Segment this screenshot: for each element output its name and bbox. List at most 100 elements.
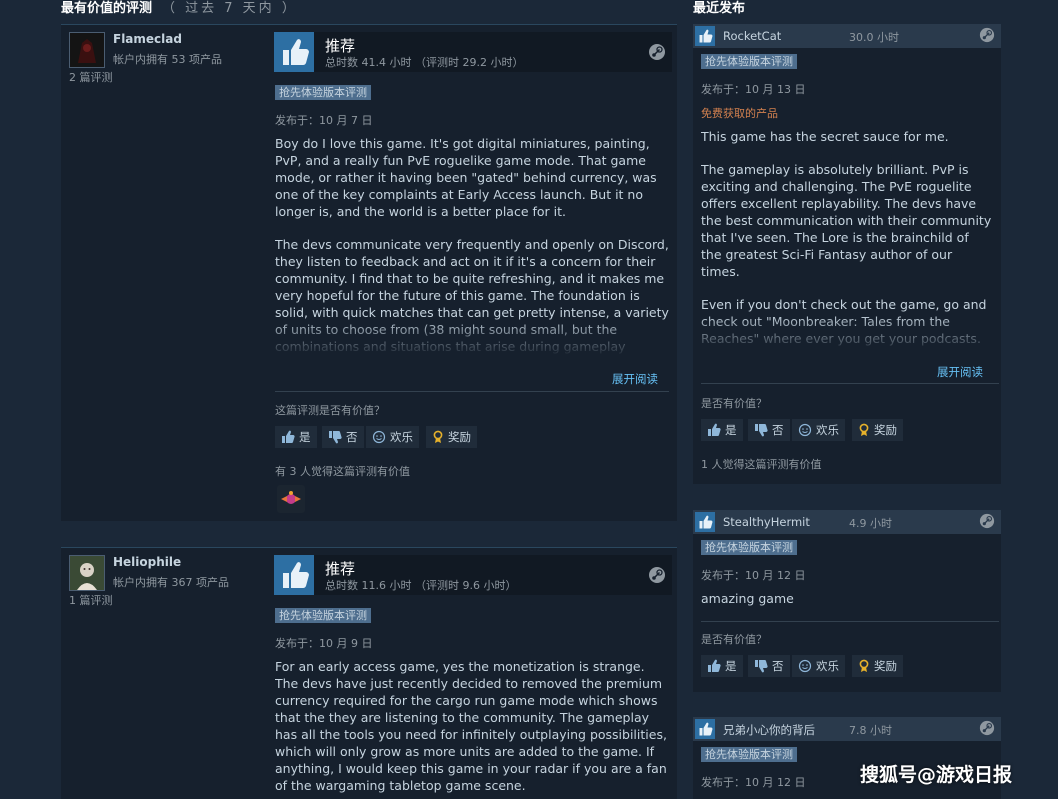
review-card: Flameclad 帐户内拥有 53 项产品 2 篇评测 推荐 总时数 41.4…: [61, 24, 677, 521]
read-more-link[interactable]: 展开阅读: [937, 364, 983, 380]
award-button[interactable]: 奖励: [426, 426, 477, 448]
award-label: 奖励: [874, 659, 897, 673]
award-icon: [859, 659, 869, 672]
early-access-badge: 抢先体验版本评测: [275, 85, 371, 100]
review-body: amazing game: [701, 591, 794, 606]
found-helpful-text: 有 3 人觉得这篇评测有价值: [275, 465, 410, 478]
helpful-question: 是否有价值？: [701, 397, 767, 410]
vote-yes-button[interactable]: 是: [701, 655, 743, 677]
vote-yes-button[interactable]: 是: [701, 419, 743, 441]
playtime: 30.0 小时: [849, 31, 899, 44]
found-helpful-text: 1 人觉得这篇评测有价值: [701, 458, 822, 471]
review-body: Boy do I love this game. It's got digita…: [275, 135, 669, 357]
most-helpful-title: 最有价值的评测: [61, 1, 153, 16]
vote-funny-label: 欢乐: [390, 430, 413, 444]
vote-no-label: 否: [772, 423, 784, 437]
posted-date: 发布于：10 月 12 日: [701, 776, 806, 789]
thumbs-up-icon: [282, 430, 295, 443]
early-access-badge: 抢先体验版本评测: [701, 54, 797, 69]
avatar[interactable]: [69, 555, 105, 591]
thumbs-up-icon: [708, 659, 721, 672]
smiley-icon: [798, 659, 812, 673]
vote-no-button[interactable]: 否: [748, 655, 790, 677]
award-icon: [433, 430, 443, 443]
vote-no-label: 否: [772, 659, 784, 673]
smiley-icon: [798, 423, 812, 437]
award-label: 奖励: [448, 430, 471, 444]
recent-review-header[interactable]: StealthyHermit 4.9 小时: [693, 510, 1001, 534]
playtime: 总时数 41.4 小时 （评测时 29.2 小时）: [325, 56, 524, 69]
author-products[interactable]: 帐户内拥有 53 项产品: [113, 51, 222, 67]
posted-date: 发布于：10 月 13 日: [701, 83, 806, 96]
author-name[interactable]: Heliophile: [113, 555, 181, 569]
verdict-label: 推荐: [325, 37, 356, 55]
recent-review-header[interactable]: 兄弟小心你的背后 7.8 小时: [693, 717, 1001, 741]
author-name[interactable]: RocketCat: [723, 29, 781, 43]
divider: [61, 24, 677, 25]
award-button[interactable]: 奖励: [852, 655, 903, 677]
vote-yes-label: 是: [725, 659, 737, 673]
vote-funny-button[interactable]: 欢乐: [792, 655, 845, 677]
author-review-count[interactable]: 2 篇评测: [69, 69, 113, 85]
author-name[interactable]: 兄弟小心你的背后: [723, 722, 815, 738]
thumbs-down-icon: [755, 660, 768, 673]
thumbs-up-icon: [695, 719, 715, 739]
review-paragraph: The gameplay is absolutely brilliant. Pv…: [701, 162, 992, 279]
most-helpful-period: （ 过去 7 天内 ）: [162, 1, 298, 16]
posted-date: 发布于：10 月 9 日: [275, 637, 373, 650]
free-product-label: 免费获取的产品: [701, 107, 778, 120]
thumbs-up-icon: [274, 32, 314, 72]
playtime: 总时数 11.6 小时 （评测时 9.6 小时）: [325, 579, 517, 592]
vote-buttons: 是 否 欢乐 奖励: [701, 655, 921, 677]
vote-funny-button[interactable]: 欢乐: [366, 426, 419, 448]
steam-logo-icon: [648, 43, 666, 61]
recent-header: 最近发布: [693, 1, 746, 16]
divider: [275, 391, 669, 392]
review-paragraph: Boy do I love this game. It's got digita…: [275, 136, 657, 219]
steam-logo-icon: [648, 566, 666, 584]
award-badge-icon[interactable]: [277, 485, 305, 513]
playtime: 4.9 小时: [849, 517, 892, 530]
author-products[interactable]: 帐户内拥有 367 项产品: [113, 574, 229, 590]
divider: [701, 383, 999, 384]
playtime: 7.8 小时: [849, 724, 892, 737]
vote-no-button[interactable]: 否: [748, 419, 790, 441]
review-card: Heliophile 帐户内拥有 367 项产品 1 篇评测 推荐 总时数 11…: [61, 547, 677, 799]
review-paragraph: For an early access game, yes the moneti…: [275, 659, 667, 793]
early-access-badge: 抢先体验版本评测: [275, 608, 371, 623]
steam-logo-icon: [979, 720, 995, 736]
vote-no-button[interactable]: 否: [322, 426, 364, 448]
vote-yes-button[interactable]: 是: [275, 426, 317, 448]
author-name[interactable]: Flameclad: [113, 32, 182, 46]
steam-logo-icon: [979, 513, 995, 529]
vote-funny-button[interactable]: 欢乐: [792, 419, 845, 441]
author-review-count[interactable]: 1 篇评测: [69, 592, 113, 608]
thumbs-up-icon: [708, 423, 721, 436]
avatar[interactable]: [69, 32, 105, 68]
vote-header[interactable]: 推荐 总时数 41.4 小时 （评测时 29.2 小时）: [274, 32, 672, 72]
early-access-badge: 抢先体验版本评测: [701, 540, 797, 555]
read-more-link[interactable]: 展开阅读: [612, 371, 658, 387]
vote-header[interactable]: 推荐 总时数 11.6 小时 （评测时 9.6 小时）: [274, 555, 672, 595]
early-access-badge: 抢先体验版本评测: [701, 747, 797, 762]
smiley-icon: [372, 430, 386, 444]
vote-no-label: 否: [346, 430, 358, 444]
helpful-question: 这篇评测是否有价值？: [275, 404, 385, 417]
thumbs-down-icon: [329, 431, 342, 444]
review-body: This game has the secret sauce for me. T…: [701, 128, 993, 354]
divider: [61, 547, 677, 548]
award-label: 奖励: [874, 423, 897, 437]
thumbs-down-icon: [755, 424, 768, 437]
thumbs-up-icon: [695, 26, 715, 46]
vote-funny-label: 欢乐: [816, 423, 839, 437]
text-fade: [275, 317, 669, 357]
thumbs-up-icon: [274, 555, 314, 595]
author-name[interactable]: StealthyHermit: [723, 515, 810, 529]
recent-review-header[interactable]: RocketCat 30.0 小时: [693, 24, 1001, 48]
verdict-label: 推荐: [325, 560, 356, 578]
vote-buttons: 是 否 欢乐 奖励: [275, 426, 495, 448]
text-fade: [701, 314, 993, 354]
review-paragraph: This game has the secret sauce for me.: [701, 129, 949, 144]
vote-yes-label: 是: [725, 423, 737, 437]
award-button[interactable]: 奖励: [852, 419, 903, 441]
